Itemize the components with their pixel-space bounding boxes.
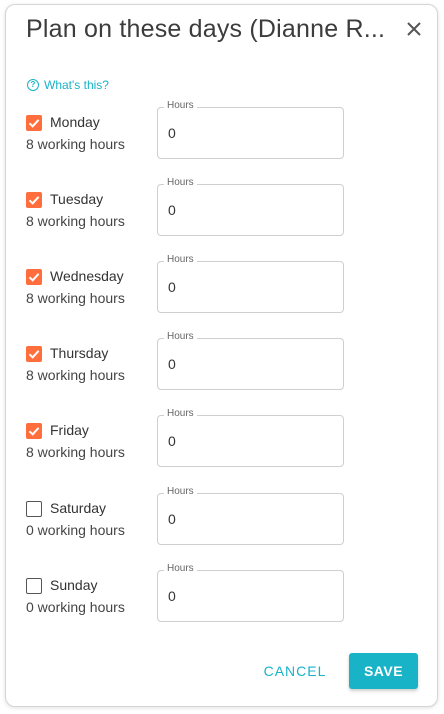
day-row-monday: Monday 8 working hours Hours [6,100,439,171]
day-row-sunday: Sunday 0 working hours Hours [6,563,439,634]
working-hours-text: 0 working hours [26,599,125,615]
whats-this-label: What's this? [44,78,109,92]
hours-field: Hours [157,177,344,236]
thursday-checkbox[interactable] [26,346,42,362]
working-hours-text: 0 working hours [26,522,125,538]
hours-field-label: Hours [164,331,197,342]
day-name: Thursday [50,345,109,361]
hours-field-label: Hours [164,563,197,574]
close-button[interactable] [402,17,426,41]
working-hours-text: 8 working hours [26,290,125,306]
whats-this-link[interactable]: ? What's this? [27,78,109,92]
checkmark-icon [28,196,40,205]
day-name: Friday [50,422,89,438]
hours-field-label: Hours [164,254,197,265]
close-icon [407,22,421,36]
working-hours-text: 8 working hours [26,136,125,152]
day-name: Wednesday [50,268,124,284]
hours-field: Hours [157,100,344,159]
save-button[interactable]: SAVE [349,653,418,689]
hours-field: Hours [157,254,344,313]
sunday-hours-input[interactable] [168,588,328,604]
friday-hours-input[interactable] [168,433,328,449]
hours-field-label: Hours [164,408,197,419]
dialog-title: Plan on these days (Dianne R... [26,15,386,43]
checkmark-icon [28,119,40,128]
day-row-saturday: Saturday 0 working hours Hours [6,486,439,557]
day-row-wednesday: Wednesday 8 working hours Hours [6,254,439,325]
cancel-button[interactable]: CANCEL [255,653,335,689]
tuesday-hours-input[interactable] [168,202,328,218]
hours-field: Hours [157,408,344,467]
tuesday-checkbox[interactable] [26,192,42,208]
hours-field: Hours [157,563,344,622]
friday-checkbox[interactable] [26,423,42,439]
working-hours-text: 8 working hours [26,367,125,383]
hours-field: Hours [157,331,344,390]
hours-field-label: Hours [164,177,197,188]
working-hours-text: 8 working hours [26,213,125,229]
day-name: Sunday [50,577,98,593]
saturday-hours-input[interactable] [168,511,328,527]
checkmark-icon [28,273,40,282]
day-name: Tuesday [50,191,104,207]
day-row-friday: Friday 8 working hours Hours [6,408,439,479]
day-row-tuesday: Tuesday 8 working hours Hours [6,177,439,248]
sunday-checkbox[interactable] [26,578,42,594]
saturday-checkbox[interactable] [26,501,42,517]
hours-field-label: Hours [164,486,197,497]
wednesday-hours-input[interactable] [168,279,328,295]
plan-days-dialog: Plan on these days (Dianne R... ? What's… [5,4,438,707]
question-circle-icon: ? [27,79,39,91]
day-name: Monday [50,114,100,130]
working-hours-text: 8 working hours [26,444,125,460]
thursday-hours-input[interactable] [168,356,328,372]
wednesday-checkbox[interactable] [26,269,42,285]
hours-field: Hours [157,486,344,545]
hours-field-label: Hours [164,100,197,111]
monday-checkbox[interactable] [26,115,42,131]
checkmark-icon [28,427,40,436]
monday-hours-input[interactable] [168,125,328,141]
day-row-thursday: Thursday 8 working hours Hours [6,331,439,402]
day-name: Saturday [50,500,107,516]
checkmark-icon [28,350,40,359]
